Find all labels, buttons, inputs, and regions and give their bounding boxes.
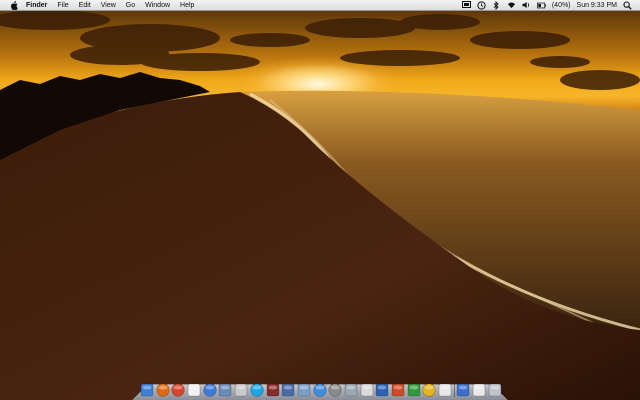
app-store-icon (312, 383, 327, 397)
dock-item-finder[interactable] (140, 383, 154, 397)
script-editor-icon (344, 383, 358, 397)
itunes-icon (203, 383, 217, 397)
chrome-icon (171, 383, 185, 397)
bluetooth-icon[interactable] (492, 0, 501, 10)
excel-icon (407, 383, 420, 397)
dock-item-calendar[interactable] (187, 383, 201, 397)
dock-item-documents-stack[interactable] (472, 383, 486, 397)
firefox-icon (156, 383, 170, 397)
battery-icon[interactable] (536, 1, 546, 10)
dock-item-outlook[interactable] (422, 383, 436, 397)
documents-stack-icon (472, 383, 486, 397)
activity-monitor-icon (297, 383, 311, 397)
screen-share-icon[interactable] (461, 1, 471, 10)
preview-icon (234, 383, 248, 397)
menu-bar: Finder File Edit View Go Window Help (40… (0, 0, 640, 11)
word-icon (376, 383, 389, 397)
desktop-wallpaper (0, 0, 640, 400)
screen-sharing-icon (281, 383, 295, 397)
wifi-icon[interactable] (507, 1, 516, 10)
battery-percentage: (40%) (551, 1, 571, 9)
spotlight-icon[interactable] (623, 0, 632, 10)
apple-menu-icon[interactable] (10, 0, 19, 10)
dock-item-itunes[interactable] (203, 383, 217, 397)
outlook-icon (422, 383, 436, 397)
time-machine-icon[interactable] (477, 0, 486, 10)
finder-icon (140, 383, 154, 397)
skype-icon (250, 383, 264, 397)
dock-item-powerpoint[interactable] (391, 383, 405, 397)
iphoto-icon (219, 383, 232, 397)
dock-item-app-store[interactable] (312, 383, 327, 397)
photo-booth-icon (266, 383, 279, 397)
dock-item-firefox[interactable] (156, 383, 170, 397)
dock-item-activity-monitor[interactable] (297, 383, 311, 397)
volume-icon[interactable] (522, 1, 531, 10)
dock-item-excel[interactable] (407, 383, 421, 397)
dock-item-word[interactable] (375, 383, 389, 397)
dock-item-chrome[interactable] (171, 383, 185, 397)
dock-item-skype[interactable] (250, 383, 264, 397)
dock-item-trash[interactable] (488, 383, 502, 397)
dock-item-downloads-stack[interactable] (456, 383, 470, 397)
dock-separator (453, 383, 455, 397)
system-preferences-icon (328, 383, 342, 397)
textedit-icon (438, 383, 452, 397)
menu-view[interactable]: View (101, 0, 116, 11)
dock-item-iphoto[interactable] (218, 383, 232, 397)
adium-icon (360, 383, 373, 397)
menu-clock[interactable]: Sun 9:33 PM (577, 0, 617, 11)
dock-item-textedit[interactable] (438, 383, 452, 397)
downloads-stack-icon (457, 383, 470, 397)
dock-item-adium[interactable] (360, 383, 374, 397)
menu-file[interactable]: File (57, 0, 68, 11)
trash-icon (488, 383, 502, 397)
menu-app-name[interactable]: Finder (26, 0, 47, 11)
dock-item-photo-booth[interactable] (266, 383, 280, 397)
calendar-icon (187, 383, 201, 397)
menu-edit[interactable]: Edit (79, 0, 91, 11)
menu-window[interactable]: Window (145, 0, 170, 11)
menu-go[interactable]: Go (126, 0, 135, 11)
beach-sunset-scene (0, 10, 640, 400)
menu-extras: (40%) Sun 9:33 PM (456, 0, 640, 11)
dock-item-system-preferences[interactable] (328, 383, 342, 397)
dock-item-script-editor[interactable] (344, 383, 358, 397)
powerpoint-icon (391, 383, 405, 397)
menu-help[interactable]: Help (180, 0, 194, 11)
dock-item-preview[interactable] (234, 383, 248, 397)
dock (140, 377, 502, 397)
dock-item-screen-sharing[interactable] (281, 383, 295, 397)
